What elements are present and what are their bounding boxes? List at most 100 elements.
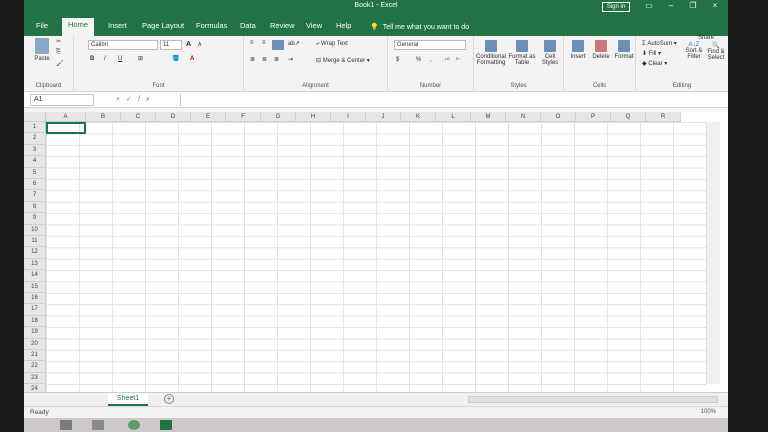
currency-button[interactable]: $ bbox=[396, 57, 399, 63]
row-header-21[interactable]: 21 bbox=[24, 350, 46, 362]
align-bottom-icon[interactable] bbox=[272, 40, 284, 50]
format-painter-icon[interactable]: 🖌 bbox=[56, 60, 64, 67]
font-size-select[interactable]: 11 bbox=[160, 40, 182, 50]
fill-button[interactable]: ⬇ Fill ▾ bbox=[642, 50, 661, 57]
row-header-4[interactable]: 4 bbox=[24, 156, 46, 168]
row-header-18[interactable]: 18 bbox=[24, 315, 46, 328]
column-header-k[interactable]: K bbox=[401, 112, 436, 122]
column-header-a[interactable]: A bbox=[46, 112, 86, 122]
vertical-scrollbar[interactable] bbox=[706, 122, 720, 384]
row-header-2[interactable]: 2 bbox=[24, 133, 46, 145]
tab-review[interactable]: Review bbox=[264, 19, 301, 36]
enter-icon[interactable]: ✓ bbox=[126, 96, 138, 103]
row-header-19[interactable]: 19 bbox=[24, 327, 46, 339]
active-cell[interactable] bbox=[46, 122, 86, 134]
align-top-icon[interactable]: ≡ bbox=[250, 40, 254, 46]
tab-data[interactable]: Data bbox=[234, 19, 262, 36]
file-explorer-icon[interactable] bbox=[60, 420, 72, 430]
number-format-select[interactable]: General bbox=[394, 40, 466, 50]
conditional-formatting-button[interactable]: Conditional Formatting bbox=[476, 40, 506, 66]
select-all-corner[interactable] bbox=[24, 112, 46, 122]
sheet-tab[interactable]: Sheet1 bbox=[108, 393, 148, 406]
row-header-7[interactable]: 7 bbox=[24, 190, 46, 202]
column-header-j[interactable]: J bbox=[366, 112, 401, 122]
increase-decimal-icon[interactable]: ⁺⁰ bbox=[444, 57, 450, 64]
find-select-button[interactable]: 🔍 Find & Select bbox=[706, 42, 726, 61]
decrease-decimal-icon[interactable]: ⁰⁻ bbox=[456, 57, 462, 64]
row-header-1[interactable]: 1 bbox=[24, 122, 46, 134]
column-header-p[interactable]: P bbox=[576, 112, 611, 122]
align-right-icon[interactable]: ≣ bbox=[274, 56, 279, 63]
fill-color-icon[interactable]: 🪣 bbox=[172, 55, 179, 62]
sort-filter-button[interactable]: A↓Z Sort & Filter bbox=[684, 42, 704, 60]
indent-icon[interactable]: ⇥ bbox=[288, 56, 293, 63]
row-header-12[interactable]: 12 bbox=[24, 247, 46, 259]
cut-icon[interactable]: ✂ bbox=[56, 38, 61, 45]
column-header-e[interactable]: E bbox=[191, 112, 226, 122]
row-header-17[interactable]: 17 bbox=[24, 304, 46, 316]
tab-home[interactable]: Home bbox=[62, 18, 95, 36]
column-header-i[interactable]: I bbox=[331, 112, 366, 122]
column-header-g[interactable]: G bbox=[261, 112, 296, 122]
column-header-b[interactable]: B bbox=[86, 112, 121, 122]
autosum-button[interactable]: Σ AutoSum ▾ bbox=[642, 40, 677, 47]
format-as-table-button[interactable]: Format as Table bbox=[508, 40, 536, 66]
tab-file[interactable]: File bbox=[30, 19, 54, 36]
underline-button[interactable]: U bbox=[118, 56, 122, 62]
tab-formulas[interactable]: Formulas bbox=[190, 19, 233, 36]
tell-me-box[interactable]: 💡 Tell me what you want to do bbox=[370, 23, 469, 31]
chrome-icon[interactable] bbox=[128, 420, 140, 430]
italic-button[interactable]: I bbox=[104, 56, 106, 62]
comma-button[interactable]: , bbox=[430, 57, 432, 63]
align-left-icon[interactable]: ≣ bbox=[250, 56, 255, 63]
mail-icon[interactable] bbox=[92, 420, 104, 430]
center-icon[interactable]: ≣ bbox=[262, 56, 267, 63]
row-header-20[interactable]: 20 bbox=[24, 338, 46, 350]
cancel-icon[interactable]: × bbox=[116, 96, 126, 103]
row-header-22[interactable]: 22 bbox=[24, 361, 46, 373]
font-family-select[interactable]: Calibri bbox=[88, 40, 158, 50]
orientation-icon[interactable]: ab↗ bbox=[288, 40, 300, 47]
row-header-3[interactable]: 3 bbox=[24, 144, 46, 157]
paste-button[interactable]: Paste bbox=[32, 38, 52, 62]
align-middle-icon[interactable]: ≡ bbox=[262, 40, 266, 46]
row-header-5[interactable]: 5 bbox=[24, 167, 46, 179]
tab-help[interactable]: Help bbox=[330, 19, 357, 36]
row-header-14[interactable]: 14 bbox=[24, 270, 46, 282]
shrink-font-button[interactable]: A bbox=[198, 42, 201, 48]
row-header-8[interactable]: 8 bbox=[24, 201, 46, 214]
row-header-6[interactable]: 6 bbox=[24, 179, 46, 191]
row-header-11[interactable]: 11 bbox=[24, 236, 46, 248]
column-header-h[interactable]: H bbox=[296, 112, 331, 122]
column-header-d[interactable]: D bbox=[156, 112, 191, 122]
column-header-l[interactable]: L bbox=[436, 112, 471, 122]
cell-styles-button[interactable]: Cell Styles bbox=[538, 40, 562, 66]
row-header-23[interactable]: 23 bbox=[24, 372, 46, 385]
horizontal-scrollbar[interactable] bbox=[468, 396, 718, 403]
row-header-9[interactable]: 9 bbox=[24, 213, 46, 225]
excel-icon[interactable] bbox=[160, 420, 172, 430]
bold-button[interactable]: B bbox=[90, 56, 94, 62]
row-header-13[interactable]: 13 bbox=[24, 258, 46, 271]
add-sheet-button[interactable]: + bbox=[164, 394, 174, 404]
column-header-o[interactable]: O bbox=[541, 112, 576, 122]
merge-center-button[interactable]: ⊟ Merge & Center ▾ bbox=[316, 57, 370, 64]
tab-view[interactable]: View bbox=[300, 19, 328, 36]
clear-button[interactable]: ◆ Clear ▾ bbox=[642, 60, 667, 67]
grow-font-button[interactable]: A bbox=[186, 41, 191, 48]
cell-area[interactable] bbox=[46, 122, 706, 392]
close-button[interactable]: × bbox=[708, 1, 722, 10]
insert-cells-button[interactable]: Insert bbox=[568, 40, 588, 60]
percent-button[interactable]: % bbox=[416, 57, 421, 63]
ribbon-display-icon[interactable]: ▭ bbox=[642, 1, 656, 10]
name-box[interactable]: A1 bbox=[30, 94, 94, 106]
formula-input[interactable] bbox=[180, 94, 720, 106]
delete-cells-button[interactable]: Delete bbox=[590, 40, 612, 60]
row-header-15[interactable]: 15 bbox=[24, 281, 46, 293]
font-color-button[interactable]: A bbox=[190, 56, 194, 62]
sign-in-button[interactable]: Sign in bbox=[602, 2, 630, 12]
fx-icon[interactable]: fx bbox=[138, 96, 155, 103]
wrap-text-button[interactable]: ⤶ Wrap Text bbox=[316, 41, 348, 48]
column-header-f[interactable]: F bbox=[226, 112, 261, 122]
copy-icon[interactable]: ⎘ bbox=[56, 49, 61, 56]
